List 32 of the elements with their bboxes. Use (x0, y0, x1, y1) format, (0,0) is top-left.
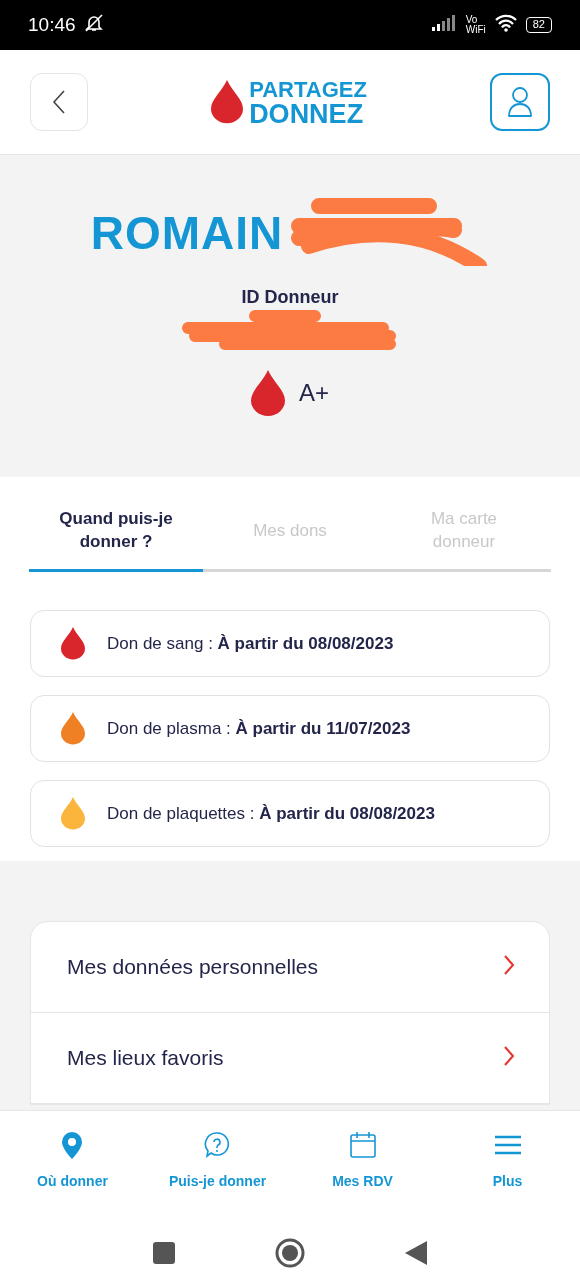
donation-date: Don de sang : À partir du 08/08/2023 (107, 633, 394, 654)
recents-button[interactable] (153, 1241, 175, 1264)
blood-drop-icon (211, 80, 244, 124)
question-bubble-icon (203, 1131, 232, 1159)
calendar-icon (348, 1131, 377, 1159)
nav-tab[interactable]: Puis-je donner (145, 1111, 290, 1225)
clock: 10:46 (28, 14, 76, 36)
donation-date: Don de plaquettes : À partir du 08/08/2023 (107, 803, 435, 824)
wifi-icon (493, 14, 518, 32)
back-icon (52, 89, 66, 115)
home-button[interactable] (275, 1237, 305, 1268)
back-nav-button[interactable] (405, 1240, 427, 1265)
battery-indicator: 82 (525, 17, 552, 33)
blood-group: A+ (299, 378, 329, 407)
donation-date: Don de plasma : À partir du 11/07/2023 (107, 718, 411, 739)
chevron-right-icon (503, 1045, 515, 1067)
donor-name: ROMAIN (90, 206, 284, 260)
blood-drop-icon (251, 370, 285, 416)
menu-item[interactable]: Mes données personnelles (31, 922, 549, 1013)
chevron-right-icon (503, 954, 515, 976)
nav-tab[interactable]: Plus (435, 1111, 580, 1225)
menu-item[interactable]: Mes lieux favoris (31, 1013, 549, 1104)
bell-off-icon (83, 14, 104, 32)
nav-tab[interactable]: Où donner (0, 1111, 145, 1225)
user-icon (507, 86, 533, 118)
nav-tab[interactable]: Mes RDV (290, 1111, 435, 1225)
tab[interactable]: Quand puis-je donner ? (29, 507, 203, 572)
profile-button[interactable] (490, 73, 550, 131)
vowifi-label: Vo WiFi (465, 15, 486, 35)
signal-icon (431, 15, 458, 31)
id-label: ID Donneur (241, 287, 339, 308)
logo-text: PARTAGEZ DONNEZ (249, 78, 367, 126)
